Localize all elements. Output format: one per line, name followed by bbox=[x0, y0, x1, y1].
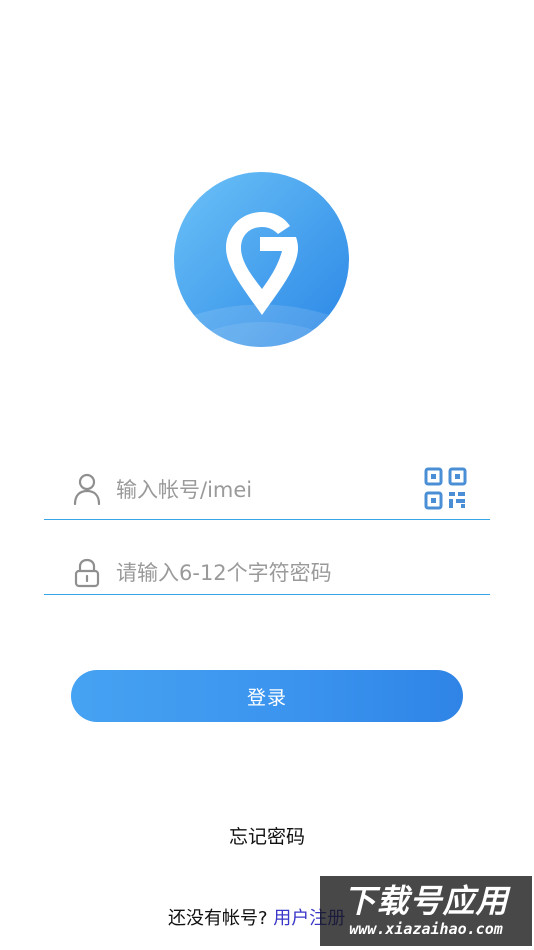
qr-code-icon[interactable] bbox=[423, 466, 468, 511]
watermark-title: 下载号应用 bbox=[343, 882, 509, 920]
account-underline bbox=[44, 519, 490, 520]
location-g-logo-icon bbox=[174, 172, 349, 347]
user-icon bbox=[73, 473, 101, 505]
password-input[interactable] bbox=[116, 557, 446, 589]
register-row: 还没有帐号? 用户注册 bbox=[168, 904, 345, 930]
lock-icon bbox=[74, 558, 100, 588]
watermark: 下载号应用 www.xiazaihao.com bbox=[320, 876, 532, 946]
app-logo bbox=[174, 172, 349, 347]
register-prompt: 还没有帐号? bbox=[168, 908, 268, 929]
login-button[interactable]: 登录 bbox=[71, 670, 463, 722]
password-underline bbox=[44, 594, 490, 595]
watermark-url: www.xiazaihao.com bbox=[349, 920, 503, 938]
forgot-password-link[interactable]: 忘记密码 bbox=[0, 822, 534, 849]
account-input[interactable] bbox=[116, 474, 411, 506]
